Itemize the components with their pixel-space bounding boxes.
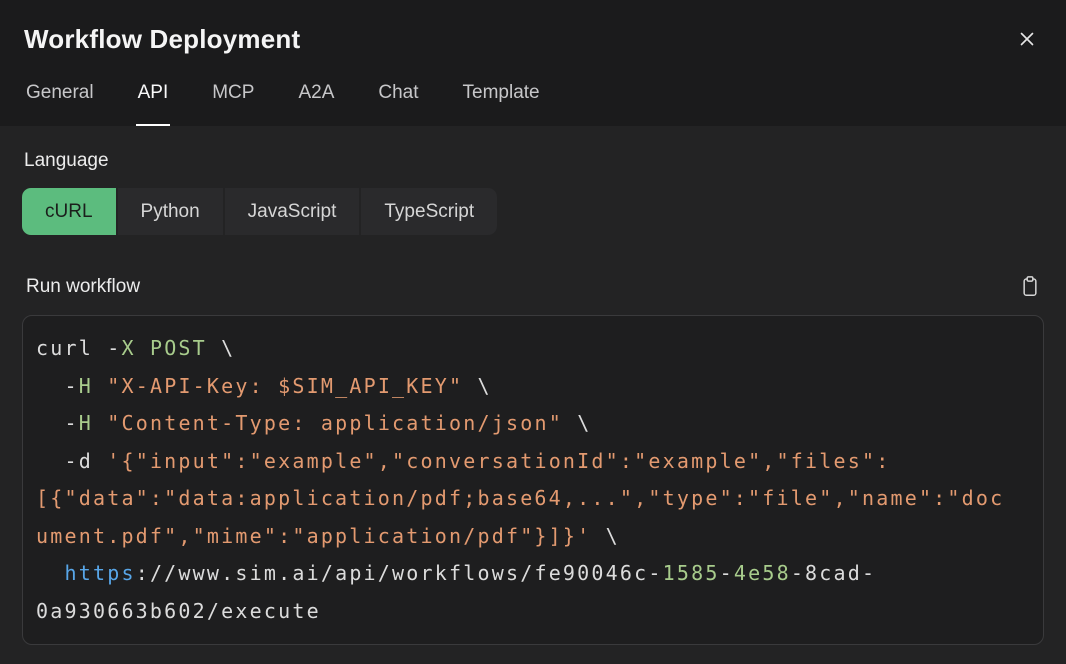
modal-content: Language cURLPythonJavaScriptTypeScript …: [0, 126, 1066, 664]
run-workflow-row: Run workflow: [22, 273, 1044, 300]
page-title: Workflow Deployment: [24, 24, 300, 54]
code-line: https://www.sim.ai/api/workflows/fe90046…: [36, 555, 1030, 593]
run-workflow-label: Run workflow: [26, 276, 140, 298]
language-option-javascript[interactable]: JavaScript: [225, 188, 360, 235]
tab-a2a[interactable]: A2A: [296, 82, 336, 126]
tab-api[interactable]: API: [136, 82, 171, 126]
code-line: -d '{"input":"example","conversationId":…: [36, 443, 1030, 481]
tab-general[interactable]: General: [24, 82, 96, 126]
copy-button[interactable]: [1018, 273, 1042, 300]
tab-template[interactable]: Template: [461, 82, 542, 126]
language-option-typescript[interactable]: TypeScript: [361, 188, 497, 235]
close-icon: [1016, 28, 1038, 50]
tab-mcp[interactable]: MCP: [210, 82, 256, 126]
code-line: ument.pdf","mime":"application/pdf"}]}' …: [36, 518, 1030, 556]
workflow-deployment-modal: Workflow Deployment General API MCP A2A Chat…: [0, 0, 1066, 664]
language-label: Language: [24, 150, 1044, 172]
language-option-python[interactable]: Python: [118, 188, 223, 235]
close-button[interactable]: [1014, 26, 1040, 52]
code-line: curl -X POST \: [36, 330, 1030, 368]
code-block: curl -X POST \ -H "X-API-Key: $SIM_API_K…: [22, 315, 1044, 645]
code-line: -H "Content-Type: application/json" \: [36, 405, 1030, 443]
tab-chat[interactable]: Chat: [376, 82, 420, 126]
language-selector: cURLPythonJavaScriptTypeScript: [22, 188, 497, 235]
code-line: -H "X-API-Key: $SIM_API_KEY" \: [36, 368, 1030, 406]
clipboard-icon: [1020, 275, 1040, 298]
tab-bar: General API MCP A2A Chat Template: [24, 82, 1042, 126]
modal-header: Workflow Deployment General API MCP A2A Chat…: [0, 0, 1066, 126]
code-content: curl -X POST \ -H "X-API-Key: $SIM_API_K…: [36, 330, 1030, 630]
code-line: [{"data":"data:application/pdf;base64,..…: [36, 480, 1030, 518]
language-option-curl[interactable]: cURL: [22, 188, 116, 235]
code-line: 0a930663b602/execute: [36, 593, 1030, 631]
